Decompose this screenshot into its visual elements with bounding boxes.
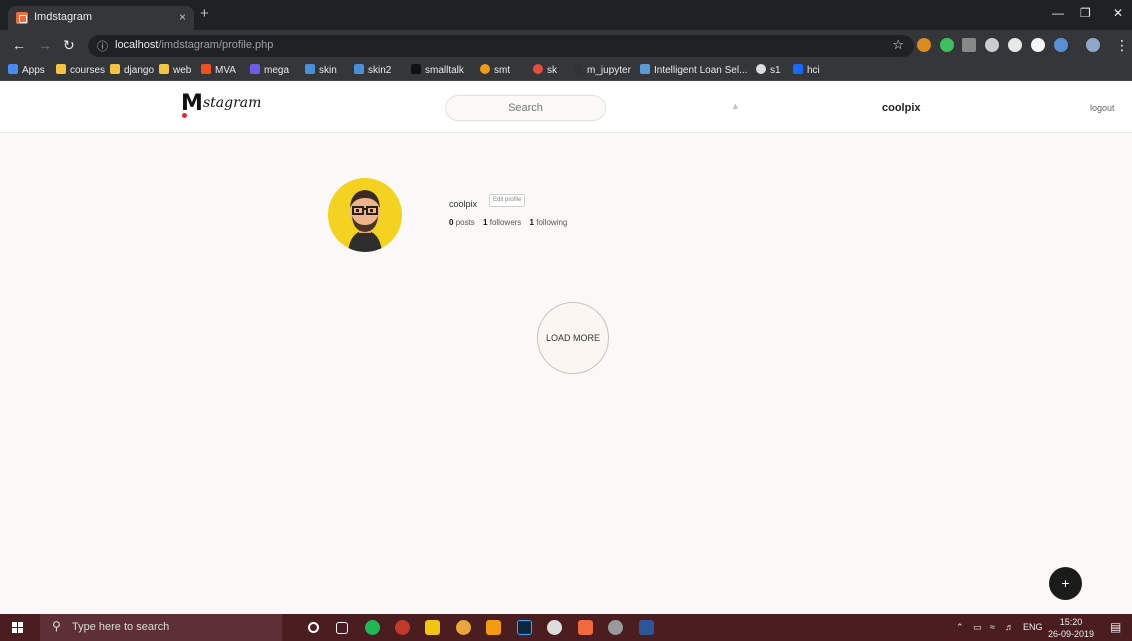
bookmark-skin2[interactable]: skin2 bbox=[354, 64, 391, 76]
profile-avatar-icon[interactable] bbox=[1086, 38, 1100, 52]
apps-grid-icon bbox=[8, 64, 18, 74]
tab-title: Imdstagram bbox=[34, 11, 93, 23]
bookmark-star-icon[interactable]: ☆ bbox=[892, 37, 904, 53]
globe-extension-icon[interactable] bbox=[985, 38, 999, 52]
bookmark-s1[interactable]: s1 bbox=[756, 64, 781, 76]
bookmark-sk[interactable]: sk bbox=[533, 64, 557, 76]
download-extension-icon[interactable] bbox=[917, 38, 931, 52]
close-tab-button[interactable]: × bbox=[179, 10, 186, 24]
bookmark-m-jupyter[interactable]: m_jupyter bbox=[573, 64, 631, 76]
taskbar-search-input[interactable]: ⚲ Type here to search bbox=[40, 614, 282, 641]
browser-menu-icon[interactable]: ⋮ bbox=[1115, 37, 1129, 54]
bookmark-hci[interactable]: hci bbox=[793, 64, 820, 76]
bookmark-web[interactable]: web bbox=[159, 64, 191, 76]
task-view-icon[interactable] bbox=[336, 622, 348, 634]
bookmark-mva[interactable]: MVA bbox=[201, 64, 236, 76]
extension-blue-icon[interactable] bbox=[1054, 38, 1068, 52]
smt-icon bbox=[480, 64, 490, 74]
browser-toolbar: ← → ↻ ⓘ localhost/imdstagram/profile.php… bbox=[0, 30, 1132, 61]
reload-icon[interactable]: ↻ bbox=[63, 37, 75, 54]
bookmark-mega[interactable]: mega bbox=[250, 64, 289, 76]
microsoft-icon bbox=[201, 64, 211, 74]
sk-icon bbox=[533, 64, 543, 74]
show-hidden-icons-icon[interactable]: ⌃ bbox=[956, 622, 964, 633]
spotify-icon[interactable] bbox=[365, 620, 380, 635]
evernote-extension-icon[interactable] bbox=[962, 38, 976, 52]
site-header: M stagram Search ▲ coolpix logout bbox=[0, 82, 1132, 133]
bookmark-courses[interactable]: courses bbox=[56, 64, 105, 76]
avatar-face-icon bbox=[348, 190, 382, 252]
folder-icon bbox=[110, 64, 120, 74]
site-favicon-icon bbox=[16, 12, 28, 24]
check-icon bbox=[354, 64, 364, 74]
logo-text: stagram bbox=[203, 95, 262, 111]
browser-tab[interactable]: Imdstagram × bbox=[8, 6, 194, 30]
logout-link[interactable]: logout bbox=[1090, 103, 1115, 113]
folder-icon bbox=[56, 64, 66, 74]
notifications-icon[interactable]: ▤ bbox=[1110, 620, 1121, 634]
new-tab-button[interactable]: + bbox=[200, 5, 209, 22]
close-window-button[interactable]: ✕ bbox=[1113, 6, 1123, 20]
photos-icon[interactable] bbox=[547, 620, 562, 635]
bookmark-smt[interactable]: smt bbox=[480, 64, 510, 76]
wifi-icon[interactable]: ≈ bbox=[990, 622, 995, 632]
extension-icon[interactable] bbox=[1008, 38, 1022, 52]
windows-start-icon[interactable] bbox=[12, 622, 24, 634]
profile-stats: 0 posts 1 followers 1 following bbox=[449, 218, 573, 227]
behance-icon bbox=[793, 64, 803, 74]
github-extension-icon[interactable] bbox=[1031, 38, 1045, 52]
forward-arrow-icon[interactable]: → bbox=[38, 37, 52, 53]
bookmark-smalltalk[interactable]: smalltalk bbox=[411, 64, 464, 76]
profile-username: coolpix bbox=[449, 199, 478, 209]
add-post-button[interactable]: + bbox=[1049, 567, 1082, 600]
word-icon[interactable] bbox=[639, 620, 654, 635]
mega-icon bbox=[250, 64, 260, 74]
url-text: localhost/imdstagram/profile.php bbox=[115, 39, 274, 51]
sublime-text-icon[interactable] bbox=[486, 620, 501, 635]
github-icon bbox=[573, 64, 583, 74]
site-info-icon[interactable]: ⓘ bbox=[97, 38, 108, 54]
bookmarks-bar: Apps courses django web MVA mega skin sk… bbox=[0, 61, 1132, 81]
volume-icon[interactable]: ♬ bbox=[1005, 622, 1014, 632]
page-icon bbox=[640, 64, 650, 74]
bookmark-apps[interactable]: Apps bbox=[8, 64, 45, 76]
maximize-window-button[interactable]: ❐ bbox=[1080, 6, 1091, 20]
search-icon: ⚲ bbox=[52, 619, 61, 633]
back-arrow-icon[interactable]: ← bbox=[12, 37, 26, 53]
bookmark-intelligent-loan[interactable]: Intelligent Loan Sel... bbox=[640, 64, 747, 76]
minimize-window-button[interactable]: — bbox=[1052, 6, 1064, 20]
following-stat[interactable]: 1 following bbox=[530, 218, 568, 227]
shield-extension-icon[interactable] bbox=[940, 38, 954, 52]
battery-icon[interactable]: ▭ bbox=[973, 622, 982, 633]
bookmark-django[interactable]: django bbox=[110, 64, 154, 76]
folder-icon bbox=[159, 64, 169, 74]
header-username[interactable]: coolpix bbox=[882, 102, 921, 114]
edit-profile-button[interactable]: Edit profile bbox=[489, 194, 526, 207]
posts-stat: 0 posts bbox=[449, 218, 475, 227]
xampp-icon[interactable] bbox=[578, 620, 593, 635]
check-icon bbox=[305, 64, 315, 74]
search-input[interactable]: Search bbox=[445, 95, 606, 121]
logo-dot bbox=[182, 113, 187, 118]
bookmark-skin[interactable]: skin bbox=[305, 64, 337, 76]
medium-icon bbox=[411, 64, 421, 74]
system-clock[interactable]: 15:20 26-09-2019 bbox=[1048, 616, 1094, 640]
whatsapp-icon[interactable] bbox=[608, 620, 623, 635]
file-explorer-icon[interactable] bbox=[425, 620, 440, 635]
app-shield-icon[interactable] bbox=[395, 620, 410, 635]
address-bar[interactable]: ⓘ localhost/imdstagram/profile.php ☆ bbox=[88, 35, 914, 57]
chrome-icon[interactable] bbox=[456, 620, 471, 635]
globe-icon bbox=[756, 64, 766, 74]
photoshop-icon[interactable] bbox=[517, 620, 532, 635]
profile-avatar bbox=[328, 178, 402, 252]
browser-tab-strip: Imdstagram × + — ❐ ✕ bbox=[0, 0, 1132, 30]
load-more-button[interactable]: LOAD MORE bbox=[537, 302, 609, 374]
followers-stat[interactable]: 1 followers bbox=[483, 218, 521, 227]
cortana-icon[interactable] bbox=[308, 622, 319, 633]
notification-bell-icon[interactable]: ▲ bbox=[731, 101, 740, 111]
language-indicator[interactable]: ENG bbox=[1023, 622, 1043, 632]
site-logo[interactable]: M stagram bbox=[181, 91, 262, 118]
windows-taskbar: ⚲ Type here to search ⌃ ▭ ≈ ♬ ENG 15:20 … bbox=[0, 614, 1132, 641]
